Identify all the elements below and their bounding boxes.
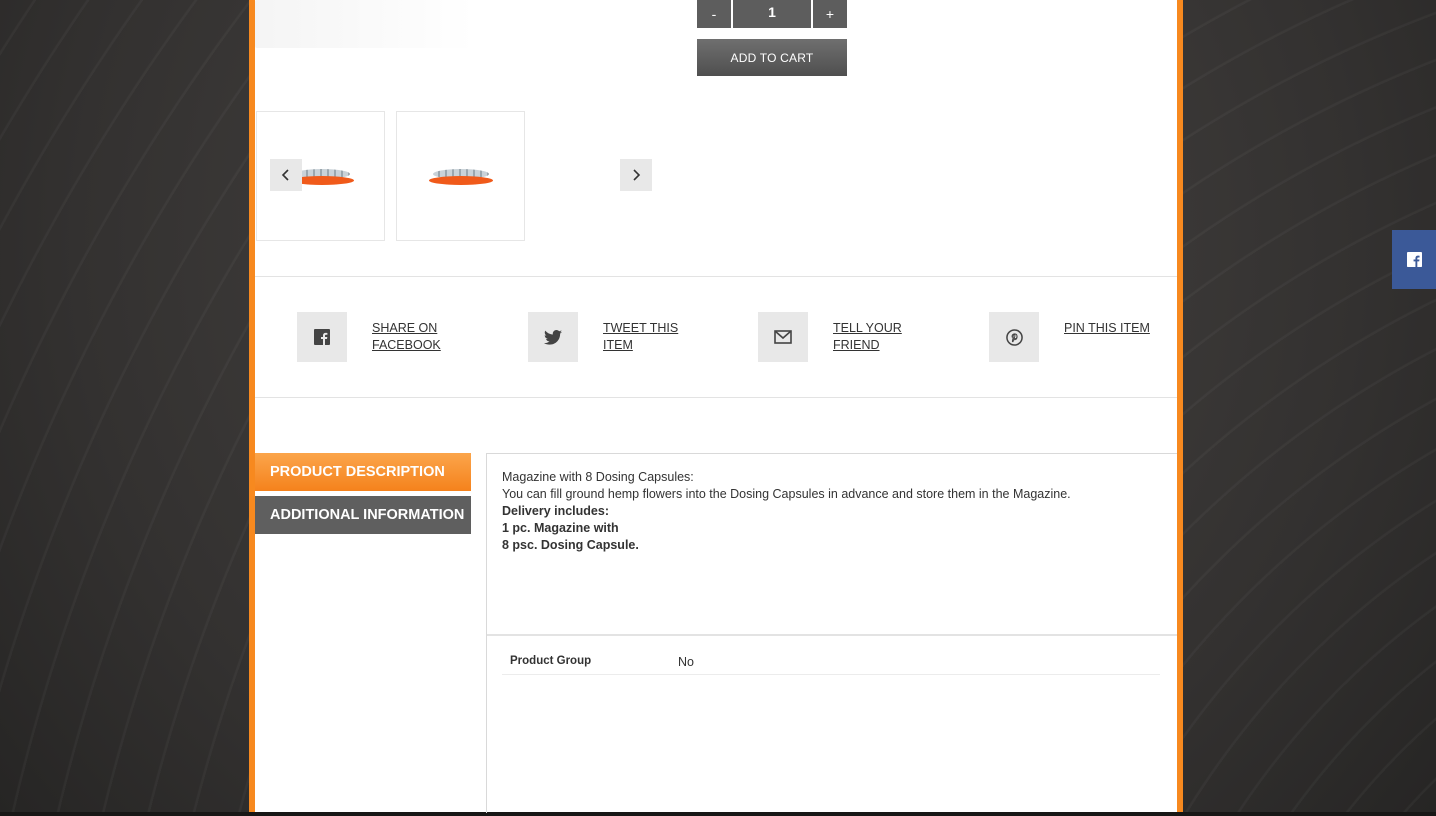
chevron-left-icon	[281, 169, 289, 181]
share-facebook[interactable]: SHARE ON FACEBOOK	[297, 312, 462, 362]
pinterest-icon	[989, 312, 1039, 362]
divider	[255, 397, 1177, 398]
tab-product-description[interactable]: PRODUCT DESCRIPTION	[255, 453, 471, 491]
share-pinterest[interactable]: PIN THIS ITEM	[989, 312, 1154, 362]
tab-additional-information[interactable]: ADDITIONAL INFORMATION	[255, 496, 471, 534]
share-email-label[interactable]: TELL YOUR FRIEND	[833, 320, 923, 354]
quantity-decrease-button[interactable]: -	[697, 0, 731, 28]
add-to-cart-button[interactable]: ADD TO CART	[697, 39, 847, 76]
description-line: Delivery includes:	[502, 504, 609, 518]
carousel-prev-button[interactable]	[270, 159, 302, 191]
facebook-side-button[interactable]	[1392, 230, 1436, 289]
description-line: You can fill ground hemp flowers into th…	[502, 487, 1071, 501]
attribute-row: Product Group No	[502, 651, 1160, 675]
share-twitter[interactable]: TWEET THIS ITEM	[528, 312, 693, 362]
mail-icon	[758, 312, 808, 362]
product-title-remnant	[255, 0, 475, 48]
attribute-label: Product Group	[510, 655, 592, 667]
product-description: Magazine with 8 Dosing Capsules: You can…	[502, 469, 1071, 554]
twitter-icon	[528, 312, 578, 362]
carousel-next-button[interactable]	[620, 159, 652, 191]
share-email[interactable]: TELL YOUR FRIEND	[758, 312, 923, 362]
chevron-right-icon	[633, 169, 641, 181]
description-line: 1 pc. Magazine with	[502, 521, 619, 535]
product-thumbnail[interactable]	[396, 111, 525, 241]
share-pinterest-label[interactable]: PIN THIS ITEM	[1064, 320, 1154, 337]
share-facebook-label[interactable]: SHARE ON FACEBOOK	[372, 320, 462, 354]
share-twitter-label[interactable]: TWEET THIS ITEM	[603, 320, 693, 354]
divider	[487, 634, 1177, 636]
divider	[255, 276, 1177, 277]
product-image	[429, 169, 493, 185]
quantity-increase-button[interactable]: +	[813, 0, 847, 28]
description-line: 8 psc. Dosing Capsule.	[502, 538, 639, 552]
quantity-input[interactable]: 1	[733, 0, 811, 28]
facebook-icon	[297, 312, 347, 362]
facebook-icon	[1406, 252, 1422, 267]
attribute-value: No	[678, 655, 694, 669]
description-line: Magazine with 8 Dosing Capsules:	[502, 470, 694, 484]
